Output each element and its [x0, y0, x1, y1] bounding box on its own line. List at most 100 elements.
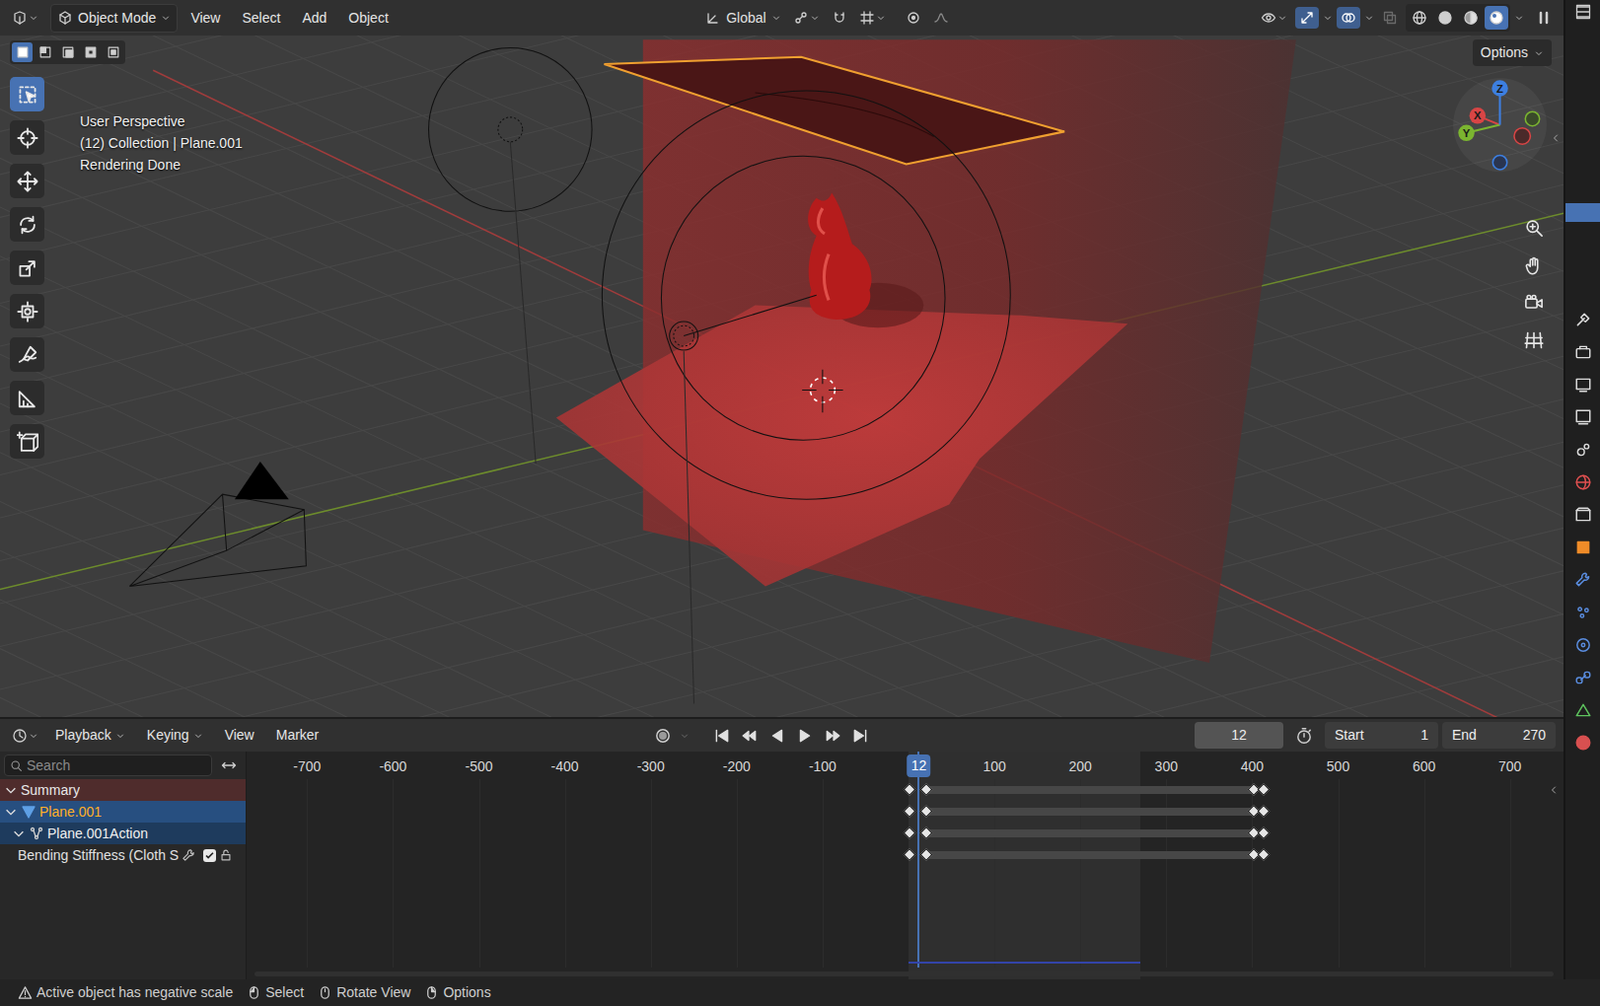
properties-tab[interactable]: [1574, 473, 1593, 498]
keyframe[interactable]: [1256, 826, 1270, 840]
orientation-dropdown[interactable]: Global: [701, 4, 785, 32]
preview-range-toggle[interactable]: [1291, 724, 1317, 748]
sync-visible-range-toggle[interactable]: [216, 754, 242, 777]
auto-keying-toggle[interactable]: [650, 724, 676, 748]
selection-mode-button[interactable]: [57, 42, 78, 63]
shading-button[interactable]: [1458, 5, 1483, 30]
menu-item[interactable]: Object: [339, 4, 397, 32]
frame-ruler[interactable]: -700-600-500-400-300-200-100100200300400…: [246, 751, 1564, 780]
navigation-button[interactable]: [1517, 323, 1551, 358]
shading-button[interactable]: [1484, 5, 1509, 30]
properties-tab[interactable]: [1574, 603, 1593, 628]
tool-button[interactable]: [9, 250, 45, 286]
properties-tab[interactable]: [1574, 440, 1593, 465]
shading-button[interactable]: [1407, 5, 1432, 30]
keyframe[interactable]: [1256, 783, 1270, 797]
tool-button[interactable]: [9, 207, 45, 242]
search-input[interactable]: [26, 755, 207, 777]
expand-toggle[interactable]: [11, 826, 26, 841]
properties-tab[interactable]: [1574, 310, 1593, 335]
tool-button[interactable]: [9, 76, 45, 112]
playhead-label[interactable]: 12: [907, 754, 932, 778]
gizmo-toggle[interactable]: [1295, 6, 1319, 29]
expand-toggle[interactable]: [3, 783, 18, 798]
pivot-dropdown[interactable]: [789, 6, 824, 29]
falloff-dropdown[interactable]: [929, 6, 953, 29]
keyframe[interactable]: [902, 783, 916, 797]
properties-tab[interactable]: [1574, 538, 1593, 563]
menu-item[interactable]: Keying: [138, 722, 213, 749]
channel-row[interactable]: Plane.001: [0, 800, 246, 823]
properties-tab[interactable]: [1574, 343, 1593, 367]
keyframe[interactable]: [902, 848, 916, 862]
current-frame-field[interactable]: 12: [1194, 722, 1284, 749]
end-frame-field[interactable]: End270: [1442, 722, 1556, 749]
properties-tab[interactable]: [1574, 668, 1593, 693]
editor-type-button[interactable]: [7, 6, 43, 29]
menu-item[interactable]: View: [181, 4, 229, 32]
properties-tab[interactable]: [1574, 506, 1593, 530]
start-frame-field[interactable]: Start1: [1324, 722, 1439, 749]
3d-viewport[interactable]: OptionsUser Perspective(12) Collection |…: [0, 35, 1564, 718]
editor-type-button[interactable]: [7, 725, 43, 747]
sidebar-toggle[interactable]: [1531, 6, 1556, 29]
dopesheet-area[interactable]: -700-600-500-400-300-200-100100200300400…: [246, 751, 1564, 980]
playback-button[interactable]: [819, 724, 846, 748]
outliner-filter-button[interactable]: [1575, 3, 1592, 26]
keyframe[interactable]: [902, 826, 916, 840]
tool-button[interactable]: [9, 163, 45, 199]
keyframe[interactable]: [1256, 804, 1270, 818]
tool-button[interactable]: [9, 293, 45, 329]
proportional-toggle[interactable]: [901, 6, 926, 29]
playhead[interactable]: [917, 751, 920, 968]
horizontal-scrollbar[interactable]: [254, 971, 1554, 977]
selection-mode-button[interactable]: [11, 42, 33, 63]
keyframe[interactable]: [902, 804, 916, 818]
menu-item[interactable]: Select: [232, 4, 290, 32]
keyframe[interactable]: [1256, 848, 1270, 862]
playback-button[interactable]: [709, 724, 735, 748]
menu-item[interactable]: Playback: [46, 722, 135, 749]
navigation-button[interactable]: [1517, 211, 1551, 245]
overlays-toggle[interactable]: [1336, 6, 1361, 29]
navigation-button[interactable]: [1517, 248, 1551, 283]
channel-row[interactable]: Plane.001Action: [0, 822, 246, 845]
mode-dropdown[interactable]: Object Mode: [50, 3, 178, 33]
properties-tab[interactable]: [1574, 408, 1593, 433]
properties-tab[interactable]: [1574, 571, 1593, 595]
menu-item[interactable]: Marker: [267, 722, 329, 749]
tool-button[interactable]: [9, 380, 45, 416]
search-field[interactable]: [3, 754, 213, 777]
visibility-dropdown[interactable]: [1256, 6, 1292, 29]
channel-checkbox[interactable]: [203, 849, 217, 863]
shading-button[interactable]: [1433, 5, 1457, 30]
outliner-row[interactable]: [1565, 203, 1600, 222]
properties-tab[interactable]: [1574, 636, 1593, 660]
snap-toggle[interactable]: [827, 6, 852, 29]
menu-item[interactable]: View: [216, 722, 264, 749]
playback-button[interactable]: [792, 724, 818, 748]
menu-item[interactable]: Add: [292, 4, 336, 32]
sidebar-collapse-button[interactable]: [1547, 781, 1560, 802]
sidebar-collapse-button[interactable]: [1549, 129, 1562, 150]
tool-button[interactable]: [9, 424, 45, 459]
navigation-button[interactable]: [1517, 286, 1551, 320]
xray-toggle[interactable]: [1378, 6, 1402, 29]
playback-button[interactable]: [764, 724, 791, 748]
properties-tab[interactable]: [1574, 733, 1593, 758]
snap-target-dropdown[interactable]: [855, 6, 890, 29]
navigation-gizmo[interactable]: XYZ: [1448, 70, 1550, 172]
properties-tab[interactable]: [1574, 375, 1593, 400]
expand-toggle[interactable]: [3, 804, 18, 819]
tool-button[interactable]: [9, 120, 45, 155]
tool-button[interactable]: [9, 337, 45, 372]
options-dropdown[interactable]: Options: [1472, 39, 1552, 67]
selection-mode-button[interactable]: [79, 42, 101, 63]
channel-row[interactable]: Bending Stiffness (Cloth S: [0, 844, 246, 867]
selection-mode-button[interactable]: [102, 42, 124, 63]
properties-tab[interactable]: [1574, 701, 1593, 726]
channel-row[interactable]: Summary: [0, 779, 246, 801]
selection-mode-button[interactable]: [34, 42, 56, 63]
playback-button[interactable]: [847, 724, 873, 748]
playback-button[interactable]: [736, 724, 763, 748]
